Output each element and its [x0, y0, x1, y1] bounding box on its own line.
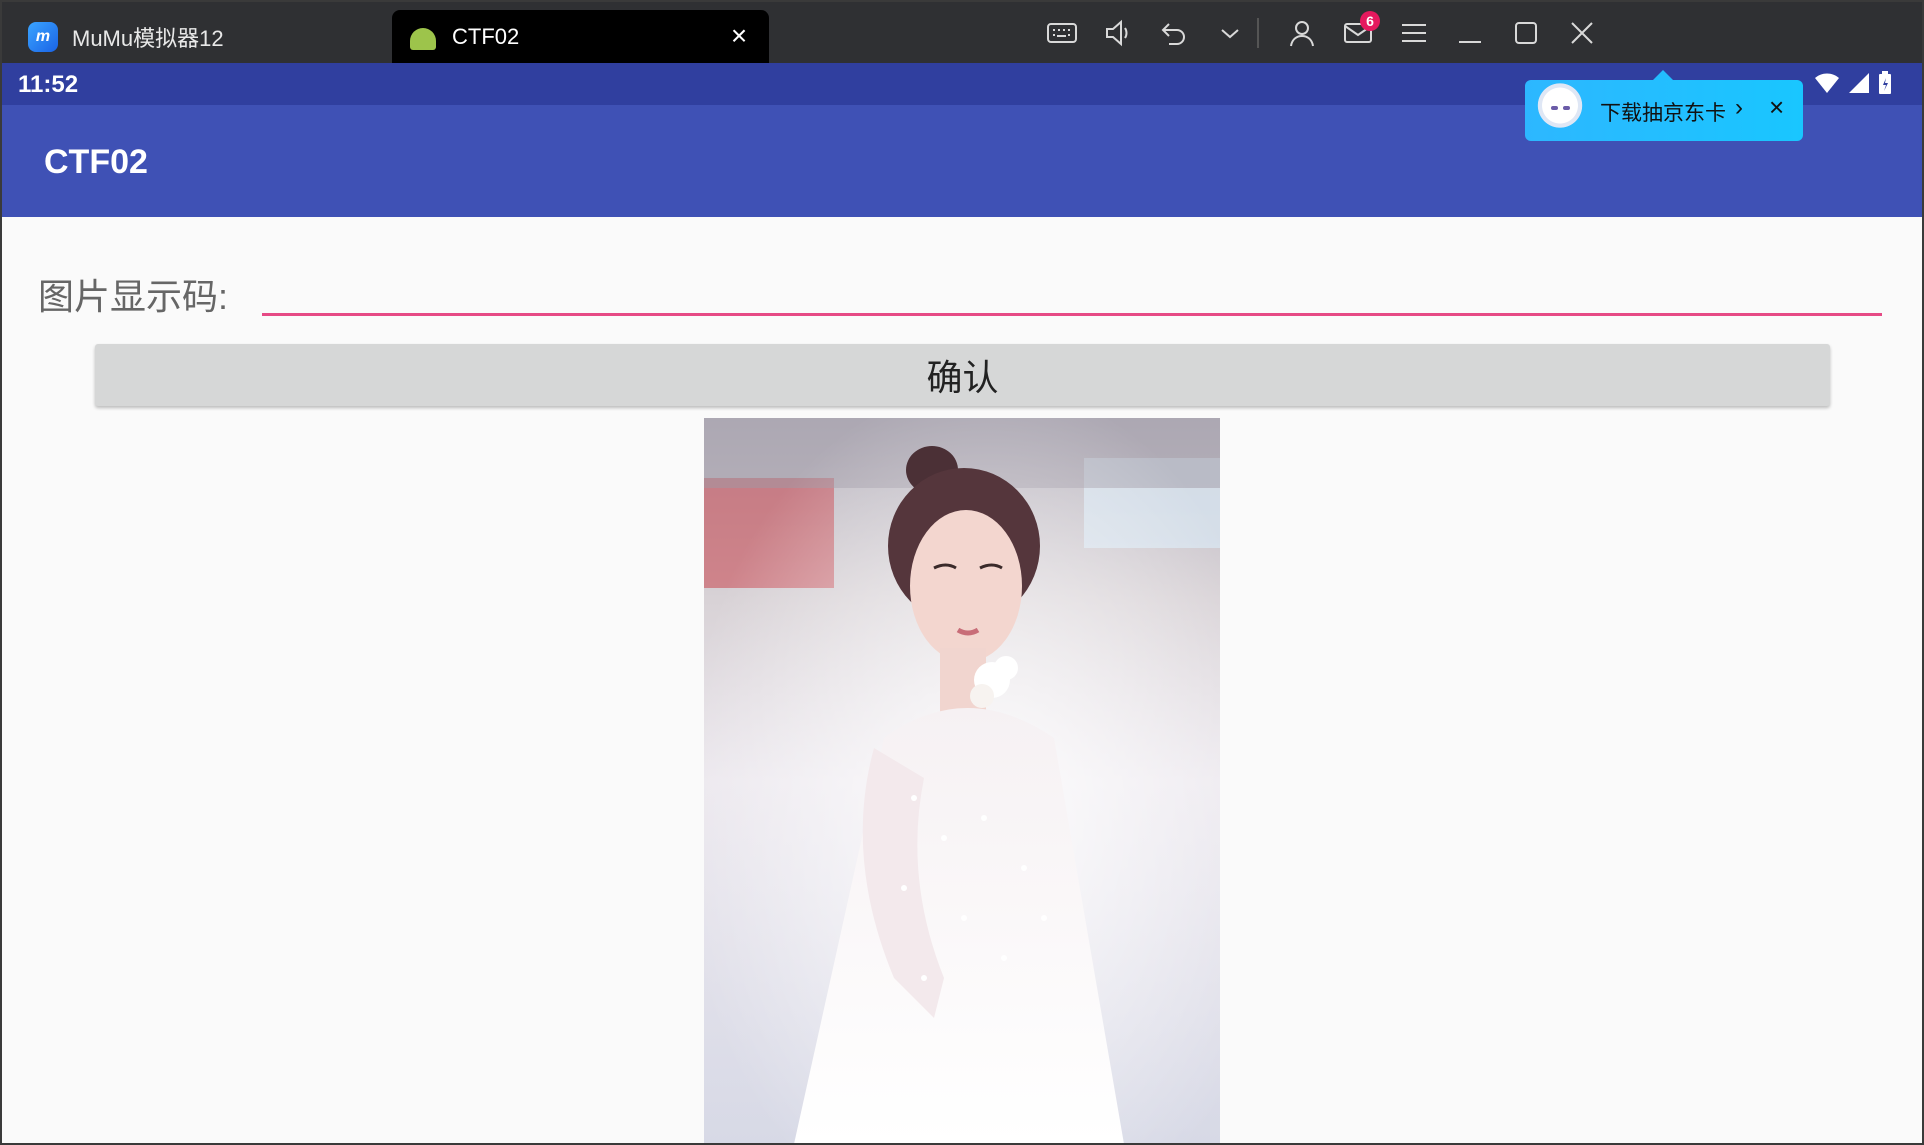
mail-icon[interactable]: 6 — [1338, 11, 1380, 52]
mail-badge: 6 — [1360, 11, 1380, 31]
tab-home-label: MuMu模拟器12 — [72, 25, 224, 51]
promo-pointer — [1653, 70, 1673, 80]
status-icons — [1814, 71, 1892, 95]
chevron-down-icon[interactable] — [1210, 14, 1250, 52]
android-icon — [410, 27, 436, 50]
back-icon[interactable] — [1154, 14, 1194, 52]
code-label: 图片显示码: — [38, 276, 229, 317]
volume-icon[interactable] — [1098, 14, 1138, 52]
promo-text[interactable]: 下载抽京东卡 — [1600, 97, 1726, 127]
chevron-right-icon[interactable]: › — [1735, 94, 1743, 122]
tab-active-label: CTF02 — [452, 23, 520, 49]
wifi-icon — [1815, 73, 1839, 93]
promo-popup[interactable]: 下载抽京东卡 › × — [1525, 70, 1803, 141]
minimize-icon[interactable] — [1450, 14, 1490, 52]
tab-ctf02[interactable]: CTF02 × — [392, 10, 769, 63]
toolbar-divider — [1257, 18, 1259, 48]
emulator-window: m MuMu模拟器12 CTF02 × 6 11:52 CTF02 下载抽京东卡… — [0, 0, 1924, 1145]
battery-icon — [1879, 71, 1891, 94]
mascot-icon — [1533, 82, 1587, 138]
maximize-icon[interactable] — [1506, 14, 1546, 52]
menu-icon[interactable] — [1394, 14, 1434, 52]
mumu-logo-icon: m — [28, 21, 58, 52]
keyboard-icon[interactable] — [1042, 14, 1082, 52]
tab-mumu-home[interactable]: m MuMu模拟器12 — [0, 10, 385, 63]
app-title: CTF02 — [44, 143, 148, 181]
displayed-photo — [704, 418, 1220, 1144]
code-input[interactable] — [262, 260, 1882, 316]
emulator-titlebar: m MuMu模拟器12 CTF02 × 6 — [0, 0, 1924, 63]
user-icon[interactable] — [1282, 14, 1322, 52]
promo-close-icon[interactable]: × — [1769, 94, 1784, 120]
signal-icon — [1849, 73, 1869, 93]
tab-close-icon[interactable]: × — [725, 22, 753, 50]
close-icon[interactable] — [1562, 14, 1602, 52]
emulator-toolbar: 6 — [1047, 0, 1924, 63]
status-time: 11:52 — [18, 71, 79, 98]
confirm-button[interactable]: 确认 — [95, 344, 1830, 406]
